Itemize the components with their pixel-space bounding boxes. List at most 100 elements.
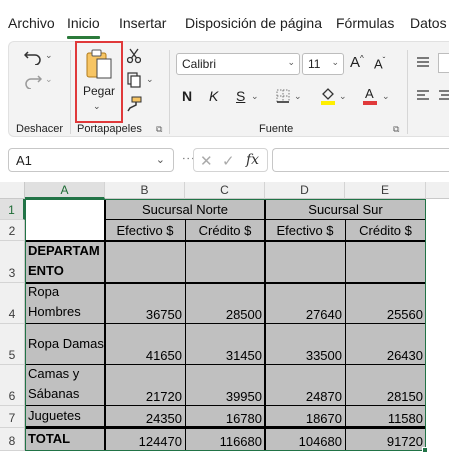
undo-icon[interactable] — [21, 46, 45, 68]
cell-value[interactable]: 33500 — [265, 324, 345, 365]
font-color-icon[interactable]: A — [361, 85, 379, 107]
chevron-down-icon: ⌄ — [287, 57, 295, 67]
cell-value[interactable]: 18670 — [265, 406, 345, 428]
cell-value[interactable]: 39950 — [185, 365, 265, 406]
cell-value[interactable]: 28500 — [185, 283, 265, 324]
redo-icon[interactable] — [21, 70, 45, 92]
font-name-value: Calibri — [182, 57, 217, 71]
row-header-1[interactable]: 1 — [0, 199, 25, 220]
fill-color-icon[interactable] — [319, 85, 337, 107]
format-painter-icon[interactable] — [125, 95, 143, 113]
select-all-corner[interactable] — [0, 182, 25, 199]
cell-value[interactable]: 24870 — [265, 365, 345, 406]
redo-dropdown-icon[interactable]: ⌄ — [45, 74, 53, 85]
cut-icon[interactable] — [125, 47, 143, 65]
fill-handle[interactable] — [422, 447, 428, 453]
underline-button[interactable]: S — [236, 88, 245, 104]
tab-datos[interactable]: Datos — [410, 15, 447, 31]
copy-dropdown-icon[interactable]: ⌄ — [146, 74, 154, 85]
cell-value[interactable]: 24350 — [105, 406, 185, 428]
copy-icon[interactable] — [125, 71, 143, 89]
cell-total-value[interactable]: 91720 — [345, 428, 426, 451]
align-top-icon[interactable] — [414, 54, 432, 70]
font-size-select[interactable]: 11 ⌄ — [302, 53, 344, 75]
cell-departamento-label[interactable]: DEPARTAM ENTO — [25, 241, 105, 283]
underline-dropdown-icon[interactable]: ⌄ — [251, 91, 259, 102]
name-box[interactable]: A1 ⌄ — [8, 148, 174, 172]
cell-value[interactable]: 36750 — [105, 283, 185, 324]
cell-value[interactable]: 27640 — [265, 283, 345, 324]
cell[interactable] — [105, 241, 185, 283]
fill-color-dropdown-icon[interactable]: ⌄ — [339, 91, 347, 102]
column-header-f[interactable] — [426, 182, 449, 199]
column-f-empty[interactable] — [426, 199, 449, 454]
borders-dropdown-icon[interactable]: ⌄ — [294, 91, 302, 102]
column-header-e[interactable]: E — [345, 182, 426, 199]
table-border — [25, 426, 426, 429]
tab-insertar[interactable]: Insertar — [119, 15, 166, 31]
cell[interactable] — [185, 241, 265, 283]
cell-row-label[interactable]: Camas y Sábanas — [25, 365, 105, 406]
column-header-c[interactable]: C — [185, 182, 265, 199]
confirm-icon[interactable]: ✓ — [222, 152, 235, 170]
cell-total-value[interactable]: 124470 — [105, 428, 185, 451]
cell-row-label[interactable]: Ropa Damas — [25, 324, 105, 365]
row-header-3[interactable]: 3 — [0, 241, 25, 283]
tab-disposicion[interactable]: Disposición de página — [185, 15, 322, 31]
column-header-d[interactable]: D — [265, 182, 345, 199]
cell-a1[interactable] — [25, 199, 105, 241]
borders-icon[interactable] — [274, 87, 292, 105]
cell-value[interactable]: 26430 — [345, 324, 426, 365]
cell-header-credito[interactable]: Crédito $ — [185, 220, 265, 241]
cell-total-label[interactable]: TOTAL — [25, 428, 105, 451]
undo-dropdown-icon[interactable]: ⌄ — [45, 50, 53, 61]
cell[interactable] — [265, 241, 345, 283]
ribbon: ⌄ ⌄ Deshacer Pegar ⌄ ⌄ Portapapeles ⧉ Ca… — [8, 41, 449, 137]
column-header-a[interactable]: A — [25, 182, 105, 199]
cell-total-value[interactable]: 116680 — [185, 428, 265, 451]
cell-value[interactable]: 25560 — [345, 283, 426, 324]
cell-total-value[interactable]: 104680 — [265, 428, 345, 451]
bold-button[interactable]: N — [182, 88, 192, 104]
cancel-icon[interactable]: ✕ — [200, 152, 213, 170]
row-header-5[interactable]: 5 — [0, 324, 25, 365]
cell-value[interactable]: 16780 — [185, 406, 265, 428]
decrease-font-size-icon[interactable]: Aˇ — [374, 56, 385, 71]
align-center-icon[interactable] — [436, 87, 449, 103]
row-header-2[interactable]: 2 — [0, 220, 25, 241]
increase-font-size-icon[interactable]: A^ — [350, 54, 364, 71]
font-name-select[interactable]: Calibri ⌄ — [176, 53, 300, 75]
cell-value[interactable]: 21720 — [105, 365, 185, 406]
row-header-4[interactable]: 4 — [0, 283, 25, 324]
paste-button[interactable]: Pegar ⌄ — [75, 41, 123, 123]
tab-archivo[interactable]: Archivo — [8, 15, 55, 31]
row-header-7[interactable]: 7 — [0, 406, 25, 428]
cell-value[interactable]: 28150 — [345, 365, 426, 406]
cell-row-label[interactable]: Ropa Hombres — [25, 283, 105, 324]
font-launcher-icon[interactable]: ⧉ — [393, 124, 399, 135]
cell-value[interactable]: 11580 — [345, 406, 426, 428]
cell-value[interactable]: 41650 — [105, 324, 185, 365]
font-color-dropdown-icon[interactable]: ⌄ — [382, 91, 390, 102]
column-header-b[interactable]: B — [105, 182, 185, 199]
cell-value[interactable]: 31450 — [185, 324, 265, 365]
table-border — [25, 405, 426, 406]
cell-header-efectivo[interactable]: Efectivo $ — [105, 220, 185, 241]
wrap-text-button[interactable] — [438, 53, 449, 73]
cell-header-efectivo[interactable]: Efectivo $ — [265, 220, 345, 241]
row-header-6[interactable]: 6 — [0, 365, 25, 406]
formula-input[interactable] — [272, 148, 449, 172]
paste-dropdown-icon[interactable]: ⌄ — [93, 101, 101, 112]
insert-function-icon[interactable]: fx — [246, 152, 259, 168]
cell-row-label[interactable]: Juguetes — [25, 406, 105, 428]
row-header-8[interactable]: 8 — [0, 428, 25, 451]
tab-formulas[interactable]: Fórmulas — [336, 15, 394, 31]
cell-header-credito[interactable]: Crédito $ — [345, 220, 426, 241]
cell-sucursal-norte[interactable]: Sucursal Norte — [105, 199, 265, 220]
italic-button[interactable]: K — [209, 88, 218, 104]
cell[interactable] — [345, 241, 426, 283]
tab-inicio[interactable]: Inicio — [67, 15, 100, 31]
align-left-icon[interactable] — [414, 87, 432, 103]
cell-sucursal-sur[interactable]: Sucursal Sur — [265, 199, 426, 220]
clipboard-launcher-icon[interactable]: ⧉ — [156, 124, 162, 135]
